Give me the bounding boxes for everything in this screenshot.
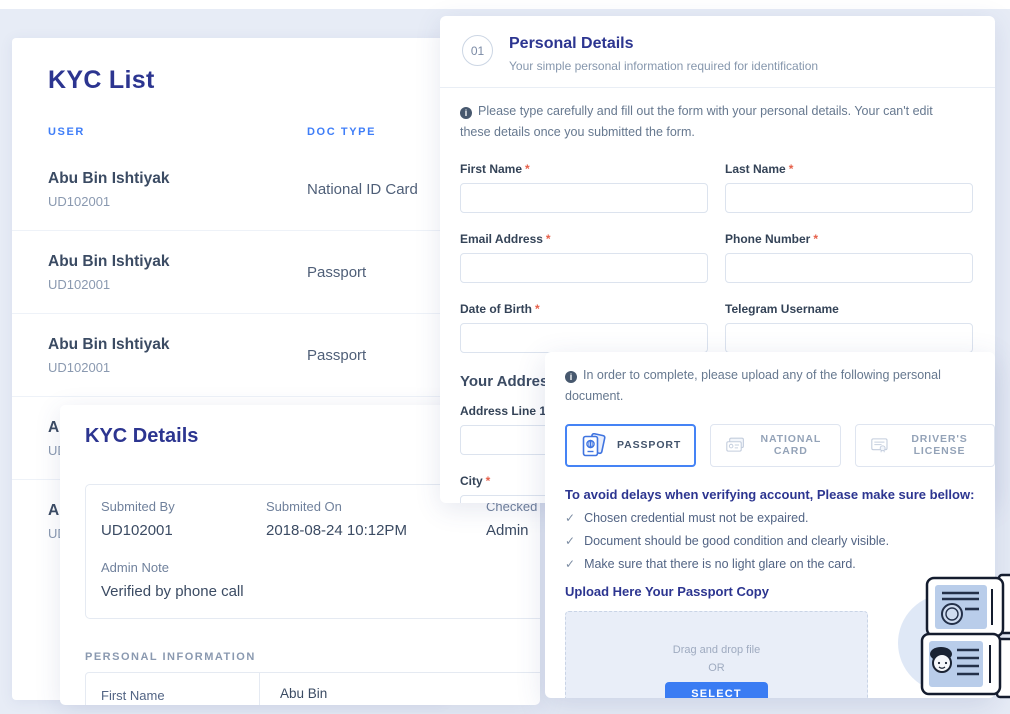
column-header-user: USER <box>48 126 307 138</box>
required-mark: * <box>486 474 491 488</box>
doc-option-label: DRIVER'S LICENSE <box>899 433 980 457</box>
upload-zone-title: Upload Here Your Passport Copy <box>565 584 995 599</box>
submitted-on-value: 2018-08-24 10:12PM <box>266 522 486 539</box>
field-label: Telegram Username <box>725 302 839 316</box>
required-mark: * <box>813 232 818 246</box>
check-icon: ✓ <box>565 534 575 548</box>
kyc-list-header: USER DOC TYPE <box>12 95 445 138</box>
first-name-field[interactable] <box>460 183 708 213</box>
list-item: ✓Document should be good condition and c… <box>565 534 995 548</box>
step-header: 01 Personal Details Your simple personal… <box>440 16 995 73</box>
upload-instruction-note: iIn order to complete, please upload any… <box>565 365 995 408</box>
step-number-badge: 01 <box>462 35 493 66</box>
admin-note: Admin Note Verified by phone call <box>101 560 540 600</box>
submitted-by-value: UD102001 <box>101 522 266 539</box>
field-label: Last Name <box>725 162 786 176</box>
column-header-doc-type: DOC TYPE <box>307 126 445 138</box>
last-name-field[interactable] <box>725 183 973 213</box>
phone-field-group: Phone Number* <box>725 232 973 283</box>
drivers-license-option-button[interactable]: DRIVER'S LICENSE <box>855 424 995 467</box>
page-title: Personal Details <box>509 35 818 53</box>
checked-by: Checked By Admin <box>486 499 540 539</box>
submission-info-box: Submited By UD102001 Submited On 2018-08… <box>85 484 540 619</box>
user-id: UD102001 <box>48 360 307 375</box>
passport-option-button[interactable]: PASSPORT <box>565 424 696 467</box>
user-id: UD102001 <box>48 277 307 292</box>
document-type-options: PASSPORT NATIONAL CARD <box>565 424 995 467</box>
user-id: UD102001 <box>48 194 307 209</box>
telegram-field-group: Telegram Username <box>725 302 973 353</box>
required-mark: * <box>525 162 530 176</box>
drivers-license-icon <box>870 433 889 457</box>
email-field[interactable] <box>460 253 708 283</box>
check-icon: ✓ <box>565 557 575 571</box>
doc-type: National ID Card <box>307 181 445 198</box>
doc-option-label: NATIONAL CARD <box>755 433 826 457</box>
user-name: Abu Bin Ishtiyak <box>48 170 307 188</box>
select-file-button[interactable]: SELECT <box>665 682 768 699</box>
submitted-by-label: Submited By <box>101 499 266 514</box>
field-label: Email Address <box>460 232 543 246</box>
drag-drop-text: Drag and drop file <box>566 644 867 656</box>
submitted-on: Submited On 2018-08-24 10:12PM <box>266 499 486 539</box>
last-name-field-group: Last Name* <box>725 162 973 213</box>
telegram-username-field[interactable] <box>725 323 973 353</box>
list-item: ✓Make sure that there is no light glare … <box>565 557 995 571</box>
top-white-bar <box>0 0 1010 9</box>
passport-icon <box>580 433 607 457</box>
verification-warning-title: To avoid delays when verifying account, … <box>565 487 995 502</box>
file-dropzone[interactable]: Drag and drop file OR SELECT <box>565 611 868 699</box>
table-row[interactable]: Abu Bin Ishtiyak UD102001 Passport <box>12 314 445 397</box>
submitted-by: Submited By UD102001 <box>101 499 266 539</box>
user-name: Abu Bin Ishtiyak <box>48 336 307 354</box>
field-label: Date of Birth <box>460 302 532 316</box>
user-name: Abu Bin Ishtiyak <box>48 253 307 271</box>
kyc-list-title: KYC List <box>12 38 445 95</box>
doc-type: Passport <box>307 347 445 364</box>
national-card-option-button[interactable]: NATIONAL CARD <box>710 424 841 467</box>
date-of-birth-field[interactable] <box>460 323 708 353</box>
table-row[interactable]: Abu Bin Ishtiyak UD102001 National ID Ca… <box>12 148 445 231</box>
doc-type: Passport <box>307 264 445 281</box>
email-field-group: Email Address* <box>460 232 708 283</box>
first-name-row-label: First Name <box>86 673 259 705</box>
kyc-dashboard: KYC List USER DOC TYPE Abu Bin Ishtiyak … <box>0 0 1010 714</box>
table-row[interactable]: Abu Bin Ishtiyak UD102001 Passport <box>12 231 445 314</box>
info-icon: i <box>460 107 472 119</box>
personal-information-table: First Name Abu Bin <box>85 672 540 705</box>
required-mark: * <box>789 162 794 176</box>
field-label: City <box>460 474 483 488</box>
required-mark: * <box>546 232 551 246</box>
phone-field[interactable] <box>725 253 973 283</box>
dob-field-group: Date of Birth* <box>460 302 708 353</box>
personal-information-section-label: PERSONAL INFORMATION <box>85 651 540 663</box>
page-subtitle: Your simple personal information require… <box>509 59 818 73</box>
doc-option-label: PASSPORT <box>617 439 681 451</box>
list-item: ✓Chosen credential must not be expaired. <box>565 511 995 525</box>
national-card-icon <box>725 433 745 457</box>
or-text: OR <box>566 662 867 674</box>
required-mark: * <box>535 302 540 316</box>
admin-note-value: Verified by phone call <box>101 583 540 600</box>
field-label: Phone Number <box>725 232 810 246</box>
first-name-row-value: Abu Bin <box>259 673 540 705</box>
upload-documents-card: iIn order to complete, please upload any… <box>545 352 995 698</box>
field-label: First Name <box>460 162 522 176</box>
info-icon: i <box>565 371 577 383</box>
admin-note-label: Admin Note <box>101 560 540 575</box>
checked-by-value: Admin <box>486 522 540 539</box>
check-icon: ✓ <box>565 511 575 525</box>
form-instruction-note: iPlease type carefully and fill out the … <box>440 88 995 144</box>
first-name-field-group: First Name* <box>460 162 708 213</box>
field-label: Address Line 1 <box>460 404 546 418</box>
verification-checklist: ✓Chosen credential must not be expaired.… <box>565 511 995 571</box>
